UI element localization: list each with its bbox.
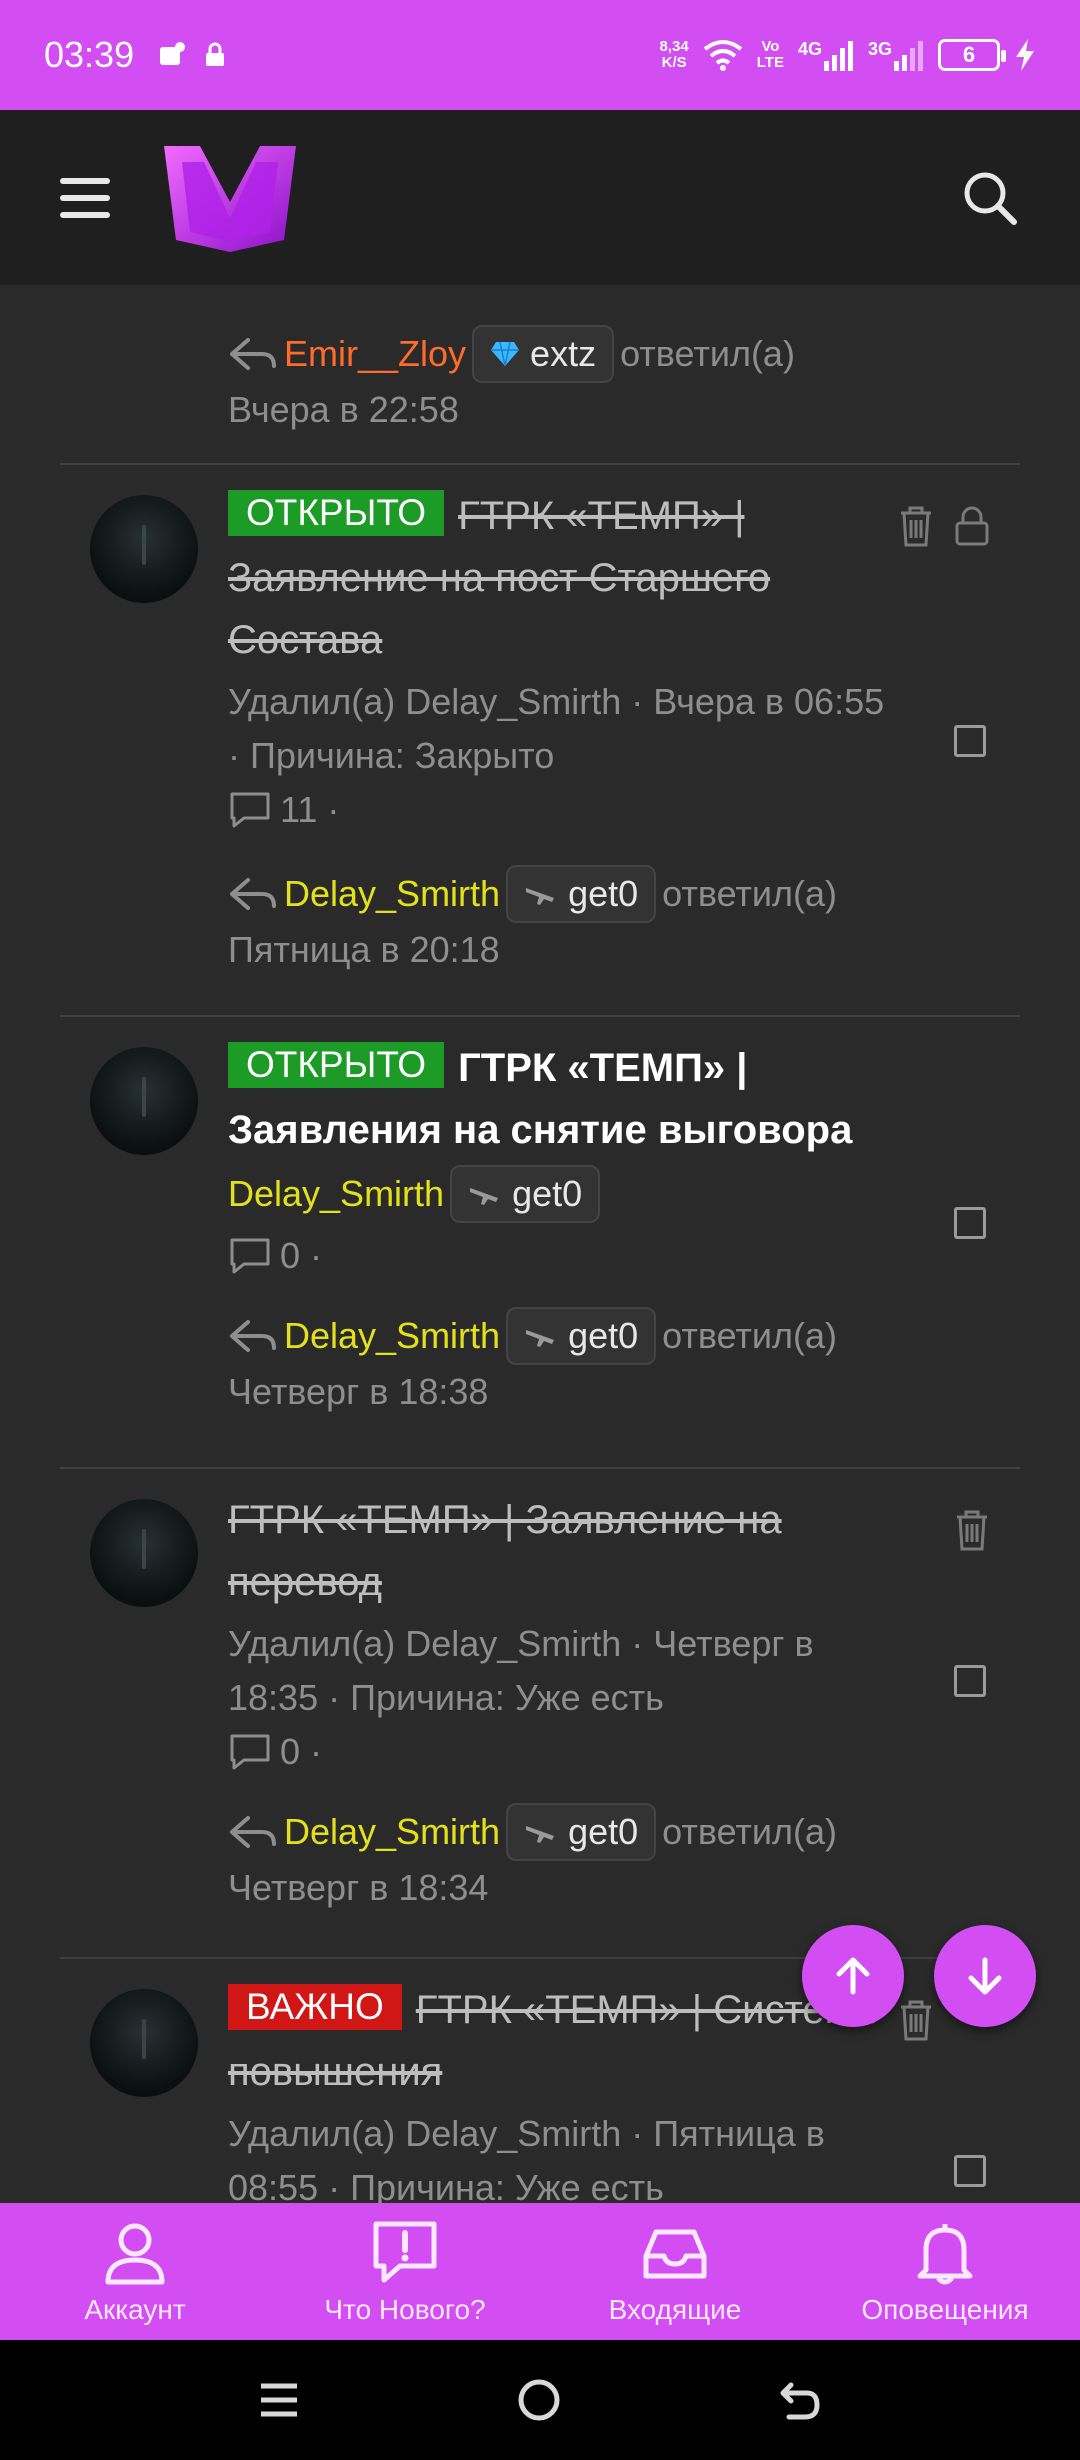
system-navigation-bar: [0, 2340, 1080, 2460]
back-icon[interactable]: [777, 2377, 823, 2423]
rifle-icon: [526, 1330, 555, 1347]
select-checkbox[interactable]: [954, 725, 986, 757]
thread-meta: Удалил(а) Delay_Smirth · Вчера в 06:55: [228, 681, 885, 722]
status-badge: ОТКРЫТО: [228, 490, 445, 536]
hamburger-icon[interactable]: [60, 177, 110, 218]
reply-time: Пятница в 20:18: [228, 929, 500, 970]
reply-action: ответил(а): [662, 873, 838, 914]
user-pill[interactable]: get0: [450, 1165, 601, 1223]
diamond-icon: [491, 341, 520, 367]
thread-meta-reason: · Причина: Закрыто: [228, 735, 555, 776]
logo-icon[interactable]: [160, 140, 300, 255]
thread-meta-reason: 08:55 · Причина: Уже есть: [228, 2167, 664, 2203]
whats-new-icon: [373, 2221, 437, 2282]
account-icon: [105, 2223, 165, 2284]
nav-whats-new[interactable]: Что Нового?: [270, 2203, 540, 2340]
last-reply-info: Delay_Smirth get0 ответил(а): [228, 1307, 928, 1365]
username-link[interactable]: Delay_Smirth: [284, 1307, 500, 1365]
lock-icon: [206, 42, 225, 66]
reply-icon: [230, 1320, 276, 1352]
rifle-icon: [526, 888, 555, 905]
thread-meta: Удалил(а) Delay_Smirth · Четверг в: [228, 1623, 814, 1664]
bell-icon: [917, 2223, 973, 2284]
thread-title[interactable]: ОТКРЫТО ГТРК «ТЕМП» | Заявление на пост С…: [228, 485, 928, 671]
username-link[interactable]: Delay_Smirth: [284, 865, 500, 923]
nav-account[interactable]: Аккаунт: [0, 2203, 270, 2340]
bottom-navigation: Аккаунт Что Нового? Входящие Оповещения: [0, 2203, 1080, 2340]
rifle-icon: [526, 1826, 555, 1843]
select-checkbox[interactable]: [954, 2155, 986, 2187]
select-checkbox[interactable]: [954, 1665, 986, 1697]
net-speed: 8,34 K/S: [659, 38, 689, 71]
avatar[interactable]: [90, 1499, 198, 1607]
arrow-down-icon: [968, 1957, 1002, 1995]
recents-icon[interactable]: [257, 2378, 301, 2422]
nav-inbox[interactable]: Входящие: [540, 2203, 810, 2340]
reply-action: ответил(а): [620, 333, 795, 374]
rifle-icon: [470, 1188, 499, 1205]
reply-time: Четверг в 18:34: [228, 1867, 489, 1908]
reply-action: ответил(а): [662, 1315, 838, 1356]
signal-4g-icon: 4G: [798, 39, 854, 71]
status-badge: ОТКРЫТО: [228, 1042, 445, 1088]
avatar[interactable]: [90, 495, 198, 603]
reply-count: 0 ·: [228, 1725, 928, 1779]
status-badge: ВАЖНО: [228, 1984, 402, 2030]
user-pill[interactable]: extz: [472, 325, 615, 383]
reply-icon: [230, 878, 276, 910]
reply-count: 0 ·: [228, 1229, 928, 1283]
thread-meta: Удалил(а) Delay_Smirth · Пятница в: [228, 2113, 825, 2154]
thread-row[interactable]: ОТКРЫТО ГТРК «ТЕМП» | Заявление на пост С…: [60, 463, 1020, 1015]
thread-author: Delay_Smirth get0: [228, 1165, 928, 1223]
username-link[interactable]: Emir__Zloy: [284, 325, 466, 383]
inbox-icon: [643, 2229, 707, 2278]
reply-count: 11 ·: [228, 783, 928, 837]
reply-icon: [230, 1816, 276, 1848]
select-checkbox[interactable]: [954, 1207, 986, 1239]
scroll-top-button[interactable]: [802, 1925, 904, 2027]
notification-icon: [160, 42, 186, 65]
wifi-icon: [703, 40, 742, 71]
arrow-up-icon: [836, 1957, 870, 1995]
thread-title[interactable]: ОТКРЫТО ГТРК «ТЕМП» | Заявления на снятие …: [228, 1037, 928, 1161]
reply-icon: [230, 338, 276, 370]
author-link[interactable]: Delay_Smirth: [228, 1165, 444, 1223]
username-link[interactable]: Delay_Smirth: [284, 1803, 500, 1861]
home-icon[interactable]: [516, 2377, 562, 2423]
last-reply-info: Emir__Zloy extz ответил(а) Вчера в 22:58: [228, 325, 795, 437]
avatar[interactable]: [90, 1047, 198, 1155]
comment-icon: [230, 792, 270, 828]
status-time: 03:39: [44, 34, 135, 75]
thread-row[interactable]: ГТРК «ТЕМП» | Заявление на перевод Удали…: [60, 1467, 1020, 1957]
signal-3g-icon: 3G: [868, 39, 924, 71]
app-header: [0, 110, 1080, 285]
user-pill[interactable]: get0: [506, 865, 657, 923]
lock-icon[interactable]: [954, 505, 990, 547]
charging-icon: [1016, 39, 1034, 71]
reply-time: Четверг в 18:38: [228, 1371, 489, 1412]
last-reply-info: Delay_Smirth get0 ответил(а): [228, 1803, 928, 1861]
thread-meta-reason: 18:35 · Причина: Уже есть: [228, 1677, 664, 1718]
scroll-bottom-button[interactable]: [934, 1925, 1036, 2027]
battery-icon: 6: [938, 39, 1006, 71]
reply-time: Вчера в 22:58: [228, 389, 459, 430]
volte-indicator: Vo LTE: [756, 38, 784, 71]
nav-alerts[interactable]: Оповещения: [810, 2203, 1080, 2340]
status-bar: 03:39 8,34 K/S Vo LTE 4G 3G 6: [0, 0, 1080, 110]
user-pill[interactable]: get0: [506, 1803, 657, 1861]
comment-icon: [230, 1734, 270, 1770]
thread-title[interactable]: ГТРК «ТЕМП» | Заявление на перевод: [228, 1489, 928, 1613]
thread-row[interactable]: ОТКРЫТО ГТРК «ТЕМП» | Заявления на снятие …: [60, 1015, 1020, 1467]
user-pill[interactable]: get0: [506, 1307, 657, 1365]
search-icon[interactable]: [960, 168, 1020, 228]
comment-icon: [230, 1238, 270, 1274]
reply-action: ответил(а): [662, 1811, 838, 1852]
trash-icon[interactable]: [954, 1509, 990, 1551]
last-reply-info: Delay_Smirth get0 ответил(а): [228, 865, 928, 923]
thread-list[interactable]: Emir__Zloy extz ответил(а) Вчера в 22:58…: [0, 285, 1080, 2203]
avatar[interactable]: [90, 1989, 198, 2097]
